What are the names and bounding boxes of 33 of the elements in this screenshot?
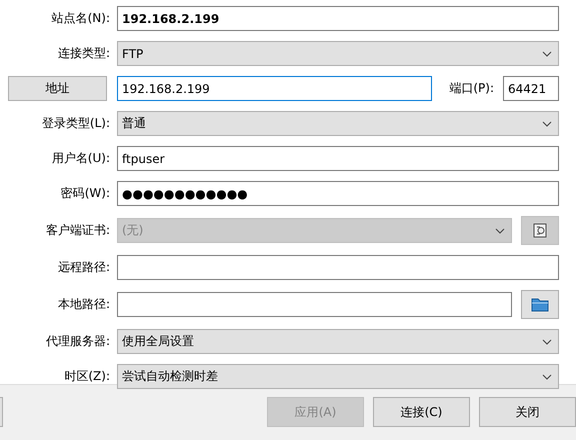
address-field[interactable]: 192.168.2.199 xyxy=(117,76,432,101)
browse-button[interactable] xyxy=(521,290,559,319)
chevron-down-icon xyxy=(495,228,505,234)
field-label: 密码(W): xyxy=(60,185,110,202)
folder-icon xyxy=(531,297,549,312)
field-label: 登录类型(L): xyxy=(40,115,110,132)
field-label: 用户名(U): xyxy=(50,150,110,167)
certificate-icon xyxy=(533,223,547,238)
chevron-down-icon xyxy=(542,50,552,56)
dialog-button[interactable]: 连接(C) xyxy=(373,397,470,427)
field-label: 远程路径: xyxy=(56,259,110,276)
chevron-down-icon xyxy=(542,120,552,126)
chevron-down-icon xyxy=(542,338,552,344)
field-label: 本地路径: xyxy=(56,296,110,313)
chevron-down-icon xyxy=(542,374,552,380)
text-field[interactable]: ftpuser xyxy=(117,146,559,171)
field-label: 代理服务器: xyxy=(44,333,110,350)
dropdown[interactable]: FTP xyxy=(117,41,559,66)
field-label: 时区(Z): xyxy=(63,368,110,385)
dialog-button[interactable]: 关闭 xyxy=(479,397,576,427)
field-label: 站点名(N): xyxy=(50,10,110,27)
address-button[interactable]: 地址 xyxy=(8,76,107,101)
dropdown[interactable]: 尝试自动检测时差 xyxy=(117,364,559,389)
dropdown[interactable]: 普通 xyxy=(117,111,559,136)
text-field[interactable] xyxy=(117,255,559,280)
site-name-field[interactable]: 192.168.2.199 xyxy=(117,6,559,31)
dropdown[interactable]: 使用全局设置 xyxy=(117,329,559,354)
field-label: 客户端证书: xyxy=(44,222,110,239)
field-label: 连接类型: xyxy=(56,45,110,62)
text-field[interactable] xyxy=(117,292,512,317)
port-field[interactable]: 64421 xyxy=(503,76,559,101)
field-label: 端口(P): xyxy=(449,80,494,97)
text-field[interactable]: ●●●●●●●●●●●● xyxy=(117,181,559,206)
